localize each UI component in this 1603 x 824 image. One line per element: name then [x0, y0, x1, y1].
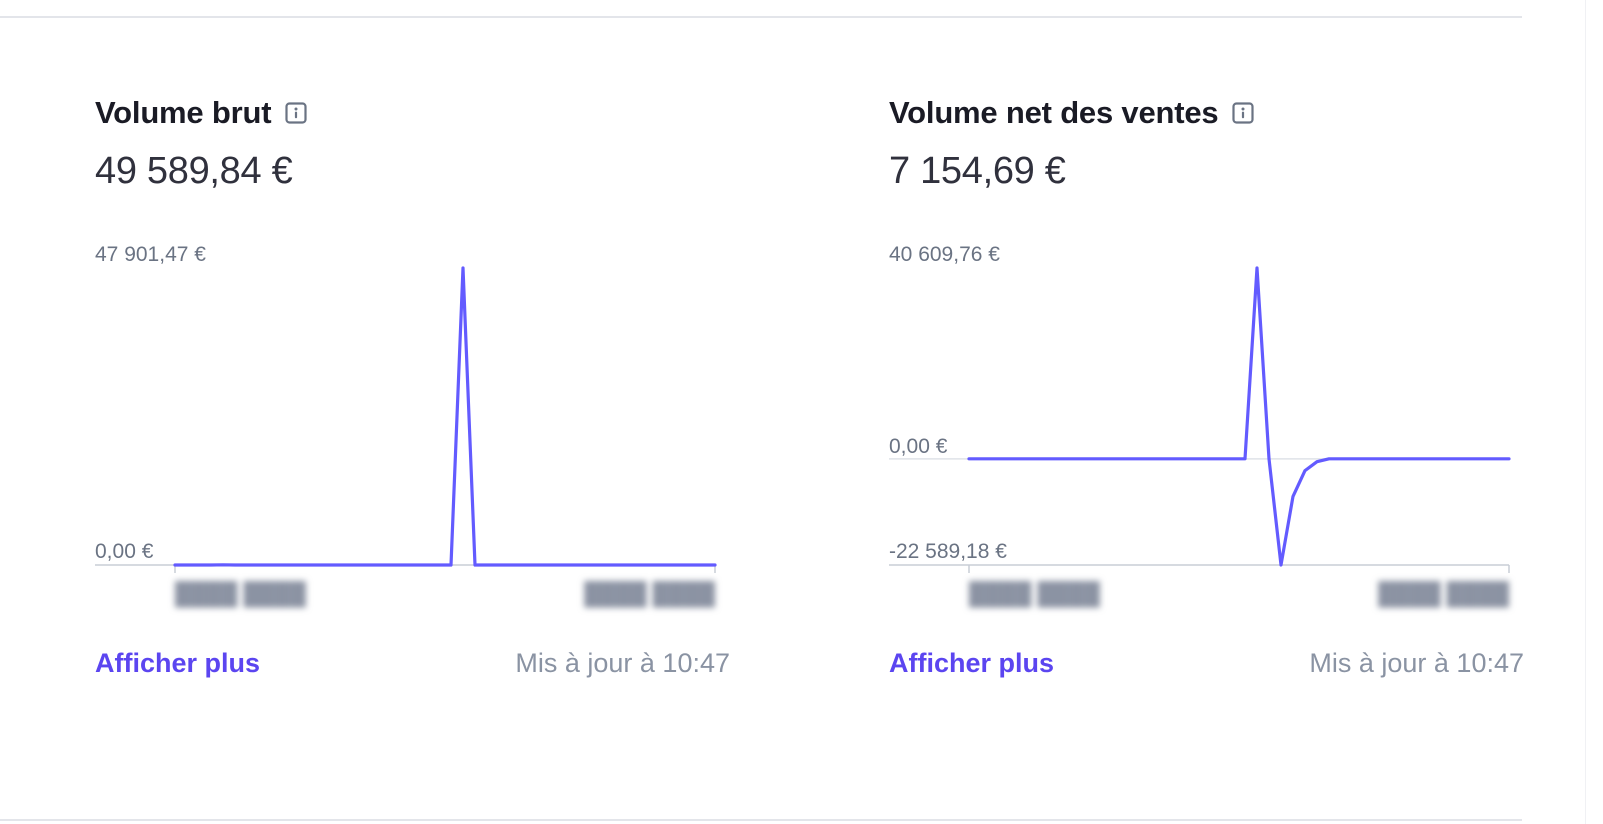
card-footer: Afficher plus Mis à jour à 10:47 — [95, 648, 730, 679]
net-sales-chart: 40 609,76 € 0,00 € -22 589,18 € ████ ████ ██… — [889, 240, 1529, 620]
card-title: Volume brut — [95, 95, 272, 130]
gross-volume-card: Volume brut 49 589,84 € 47 901,47 € 0,00 … — [95, 0, 735, 824]
card-title: Volume net des ventes — [889, 95, 1219, 130]
card-value: 7 154,69 € — [889, 150, 1066, 192]
y-axis-max-label: 40 609,76 € — [889, 243, 1000, 266]
card-value: 49 589,84 € — [95, 150, 293, 192]
info-icon[interactable] — [285, 102, 307, 124]
show-more-link[interactable]: Afficher plus — [889, 648, 1054, 679]
updated-time: Mis à jour à 10:47 — [515, 648, 730, 678]
line-chart: 40 609,76 € 0,00 € -22 589,18 € ████ ████ ██… — [889, 243, 1511, 608]
x-axis-end-label-blurred: ████ ████ — [584, 580, 715, 608]
page-right-gutter — [1522, 0, 1603, 824]
card-footer: Afficher plus Mis à jour à 10:47 — [889, 648, 1524, 679]
x-axis-end-label-blurred: ████ ████ — [1378, 580, 1509, 608]
series-line — [173, 266, 717, 567]
updated-time: Mis à jour à 10:47 — [1309, 648, 1524, 678]
y-axis-max-label: 47 901,47 € — [95, 243, 206, 266]
card-title-row: Volume net des ventes — [889, 95, 1255, 131]
show-more-link[interactable]: Afficher plus — [95, 648, 260, 679]
y-axis-min-label: 0,00 € — [95, 540, 154, 563]
scrollbar-track[interactable] — [1585, 0, 1586, 824]
info-icon[interactable] — [1232, 102, 1255, 124]
x-axis-start-label-blurred: ████ ████ — [175, 580, 306, 608]
x-axis-start-label-blurred: ████ ████ — [969, 580, 1100, 608]
y-axis-zero-label: 0,00 € — [889, 435, 948, 458]
y-axis-min-label: -22 589,18 € — [889, 540, 1007, 563]
line-chart: 47 901,47 € 0,00 € ████ ████ ████ ████ — [95, 243, 717, 608]
net-sales-volume-card: Volume net des ventes 7 154,69 € 40 609,… — [889, 0, 1529, 824]
gross-volume-chart: 47 901,47 € 0,00 € ████ ████ ████ ████ — [95, 240, 735, 620]
series-line — [967, 266, 1511, 567]
card-title-row: Volume brut — [95, 95, 307, 131]
